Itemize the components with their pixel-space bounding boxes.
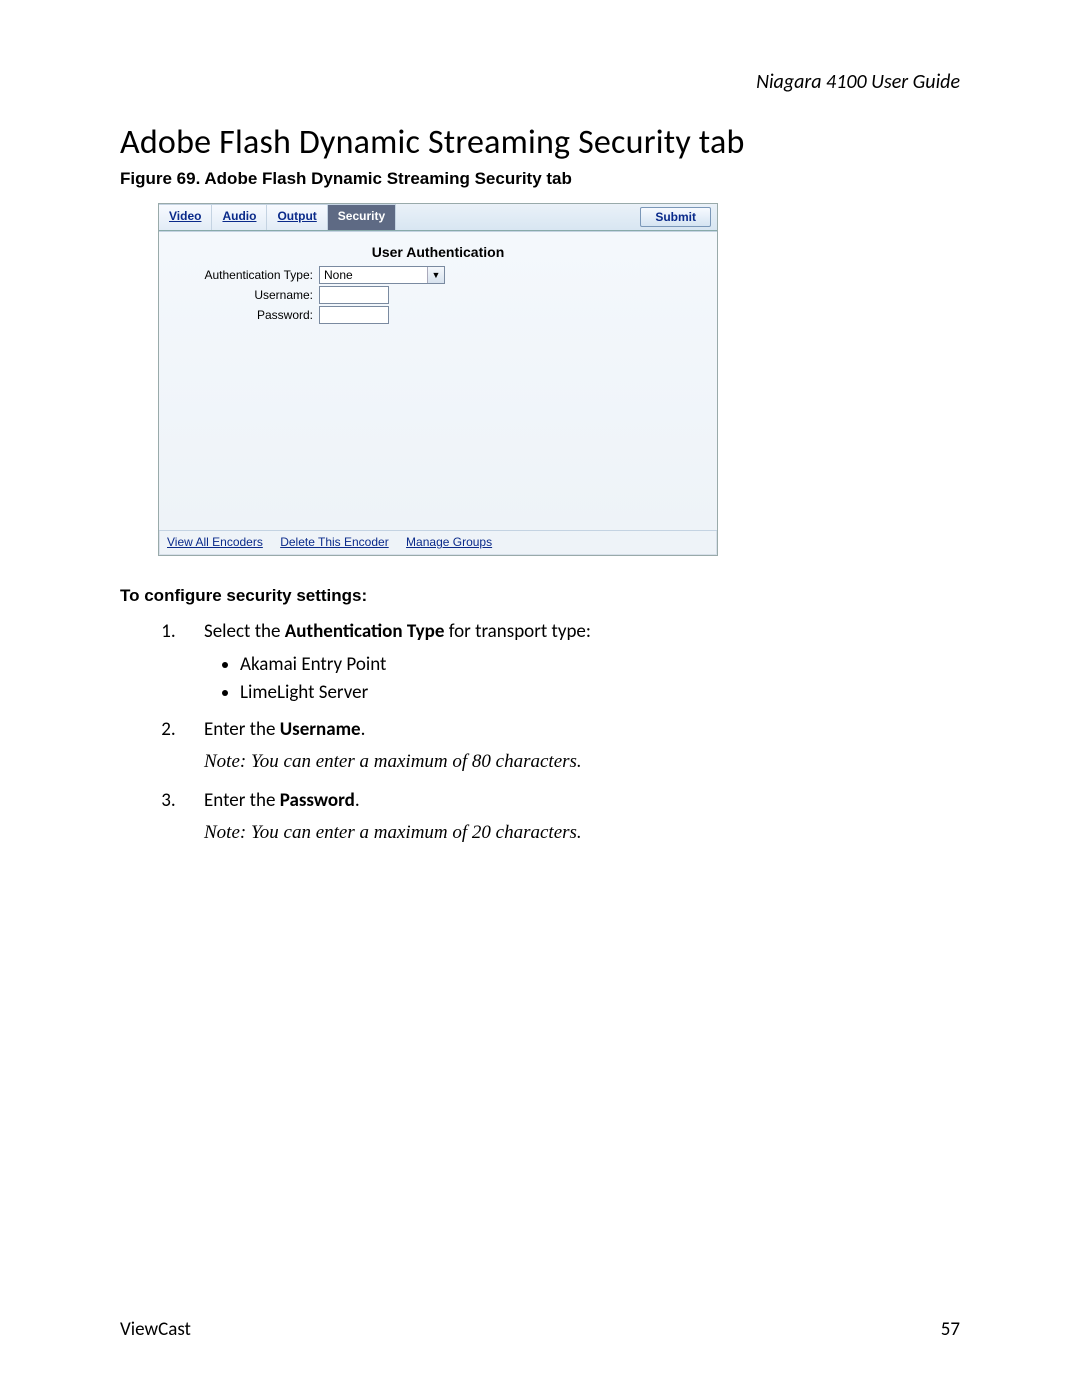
figure-footer-links: View All Encoders Delete This Encoder Ma… — [159, 530, 717, 555]
section-lead: To configure security settings: — [120, 586, 960, 606]
label-username: Username: — [173, 288, 319, 302]
security-tab-figure: Video Audio Output Security Submit User … — [158, 203, 718, 556]
running-header: Niagara 4100 User Guide — [120, 70, 960, 94]
step-2: Enter the Username. Note: You can enter … — [180, 716, 960, 777]
username-input[interactable] — [319, 286, 389, 304]
step1-pre: Select the — [204, 620, 285, 643]
label-auth-type: Authentication Type: — [173, 268, 319, 282]
footer-left: ViewCast — [120, 1318, 191, 1341]
step3-pre: Enter the — [204, 789, 280, 812]
chevron-down-icon: ▼ — [427, 267, 444, 283]
page-title: Adobe Flash Dynamic Streaming Security t… — [120, 122, 960, 163]
tab-video[interactable]: Video — [159, 204, 212, 230]
step2-bold: Username — [280, 718, 361, 741]
step3-bold: Password — [280, 789, 355, 812]
panel-heading: User Authentication — [173, 244, 703, 260]
steps-list: Select the Authentication Type for trans… — [180, 618, 960, 848]
tab-audio[interactable]: Audio — [212, 204, 267, 230]
tab-output[interactable]: Output — [267, 204, 327, 230]
auth-type-value: None — [324, 268, 353, 282]
footer-page-number: 57 — [941, 1318, 960, 1341]
row-password: Password: — [173, 306, 703, 324]
row-username: Username: — [173, 286, 703, 304]
note-password: Note: You can enter a maximum of 20 char… — [204, 819, 960, 848]
step1-post: for transport type: — [444, 620, 591, 643]
step2-pre: Enter the — [204, 718, 280, 741]
document-page: Niagara 4100 User Guide Adobe Flash Dyna… — [0, 0, 1080, 1397]
step2-dot: . — [361, 718, 366, 741]
step3-dot: . — [355, 789, 360, 812]
step-3: Enter the Password. Note: You can enter … — [180, 787, 960, 848]
tabs-spacer — [396, 204, 634, 230]
bullet-limelight: LimeLight Server — [240, 679, 960, 708]
step1-bullets: Akamai Entry Point LimeLight Server — [240, 651, 960, 708]
figure-caption: Figure 69. Adobe Flash Dynamic Streaming… — [120, 169, 960, 189]
tab-security[interactable]: Security — [328, 204, 396, 230]
step1-bold: Authentication Type — [285, 620, 445, 643]
link-delete-this-encoder[interactable]: Delete This Encoder — [280, 535, 389, 549]
step-1: Select the Authentication Type for trans… — [180, 618, 960, 708]
page-footer: ViewCast 57 — [120, 1318, 960, 1341]
panel-body: User Authentication Authentication Type:… — [159, 231, 717, 530]
submit-button[interactable]: Submit — [640, 207, 711, 227]
note-username: Note: You can enter a maximum of 80 char… — [204, 748, 960, 777]
password-input[interactable] — [319, 306, 389, 324]
row-auth-type: Authentication Type: None ▼ — [173, 266, 703, 284]
link-view-all-encoders[interactable]: View All Encoders — [167, 535, 263, 549]
label-password: Password: — [173, 308, 319, 322]
link-manage-groups[interactable]: Manage Groups — [406, 535, 492, 549]
tabs-row: Video Audio Output Security Submit — [159, 204, 717, 231]
bullet-akamai: Akamai Entry Point — [240, 651, 960, 680]
auth-type-select[interactable]: None ▼ — [319, 266, 445, 284]
